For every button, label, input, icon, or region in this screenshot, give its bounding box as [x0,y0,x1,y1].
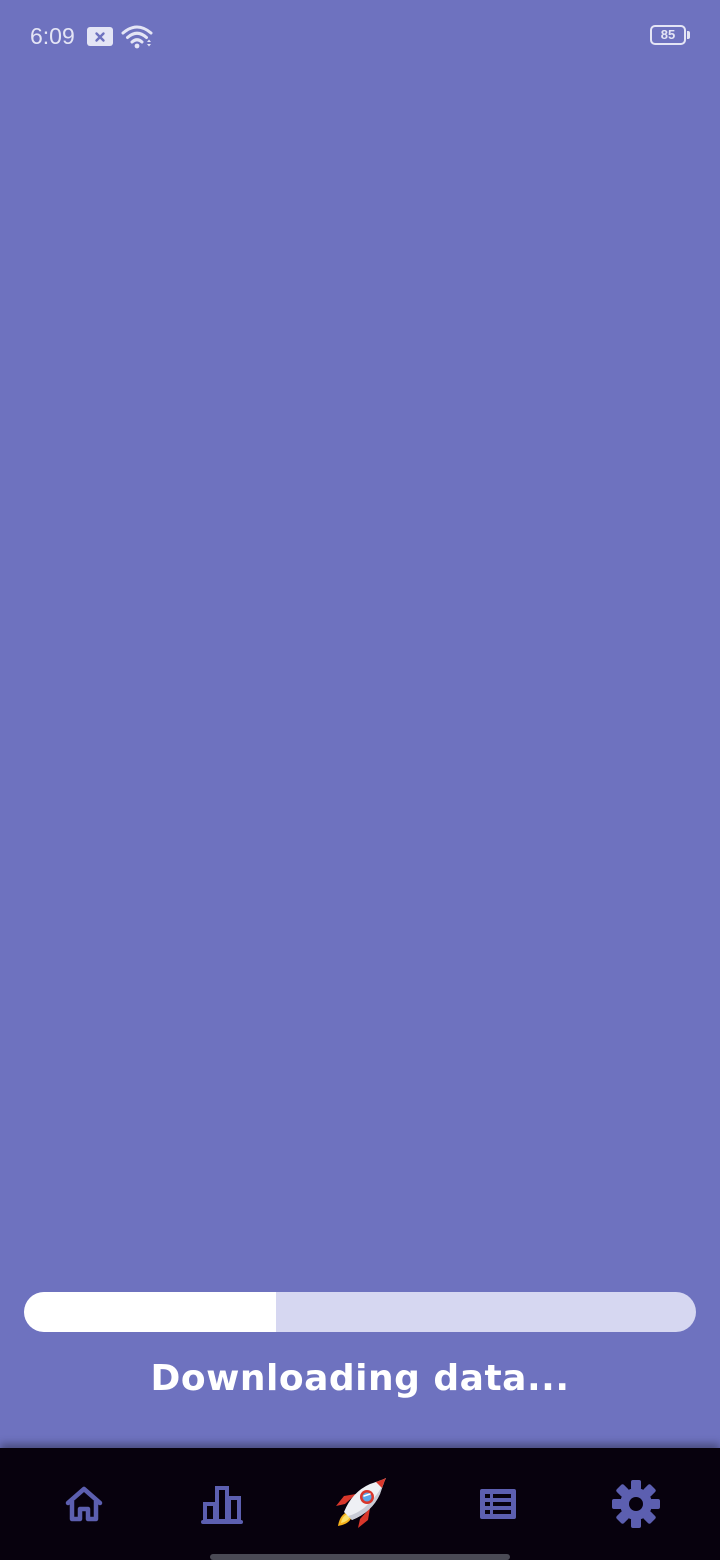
gear-icon [612,1480,660,1528]
bar-chart-icon [201,1486,243,1524]
nav-launch[interactable] [328,1472,392,1536]
battery-nub [687,31,690,39]
nav-stats[interactable] [190,1472,254,1536]
rocket-icon [336,1478,386,1528]
notification-x-icon [87,27,113,46]
wifi-icon [121,25,153,49]
loading-status-text: Downloading data... [150,1358,570,1399]
nav-list[interactable] [466,1472,530,1536]
progress-bar [24,1292,696,1332]
home-icon [65,1486,103,1522]
progress-fill [24,1292,276,1332]
status-time: 6:09 [30,23,75,49]
nav-settings[interactable] [604,1472,668,1536]
status-bar: 6:09 85 [0,0,720,72]
home-indicator[interactable] [210,1554,510,1560]
app-screen: 6:09 85 Downloading data... [0,0,720,1560]
battery-icon: 85 [650,25,690,47]
list-icon [480,1489,516,1519]
bottom-nav [0,1448,720,1560]
nav-home[interactable] [52,1472,116,1536]
battery-level: 85 [650,25,686,45]
